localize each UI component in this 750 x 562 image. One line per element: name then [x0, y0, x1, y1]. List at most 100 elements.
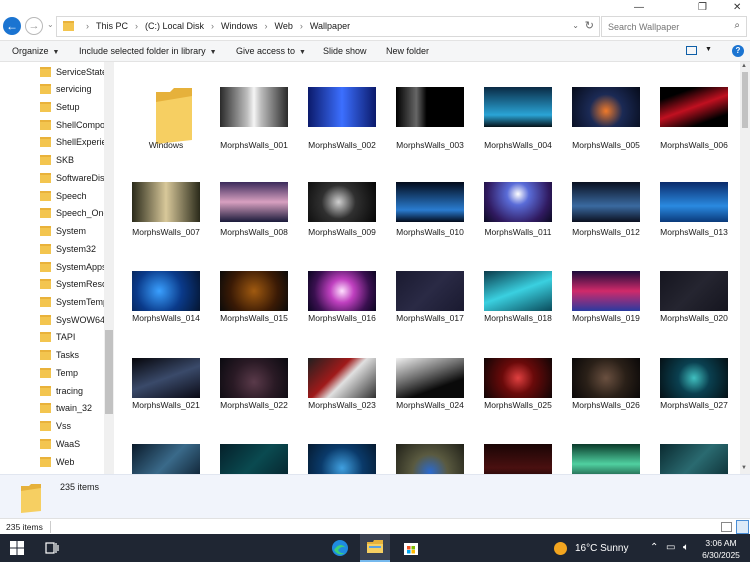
edge-taskbar-button[interactable] — [330, 538, 350, 558]
file-tile[interactable]: MorphsWalls_019 — [566, 245, 646, 325]
file-tile[interactable]: MorphsWalls_002 — [302, 72, 382, 152]
file-tile[interactable]: MorphsWalls_003 — [390, 72, 470, 152]
sidebar-item-system32[interactable]: System32 — [40, 240, 96, 257]
new-folder-button[interactable]: New folder — [386, 46, 429, 56]
back-button[interactable]: ← — [3, 17, 21, 35]
file-tile[interactable]: MorphsWalls_008 — [214, 158, 294, 238]
search-input[interactable] — [602, 17, 722, 36]
weather-widget[interactable]: 16°C Sunny — [575, 543, 628, 554]
large-icons-view-icon[interactable] — [736, 520, 749, 534]
file-tile[interactable]: MorphsWalls_026 — [566, 332, 646, 412]
content-scrollbar-thumb[interactable] — [742, 72, 748, 128]
file-tile[interactable] — [302, 419, 382, 474]
minimize-icon[interactable]: — — [634, 2, 644, 13]
file-tile[interactable]: MorphsWalls_005 — [566, 72, 646, 152]
refresh-icon[interactable]: ↻ — [585, 19, 594, 32]
sidebar-item-temp[interactable]: Temp — [40, 364, 78, 381]
file-tile[interactable]: MorphsWalls_023 — [302, 332, 382, 412]
folder-windows[interactable]: Windows — [126, 72, 206, 152]
crumb-web[interactable]: Web — [275, 21, 293, 31]
file-tile[interactable]: MorphsWalls_024 — [390, 332, 470, 412]
recent-locations-chevron-icon[interactable]: ⌄ — [47, 20, 54, 29]
chevron-right-icon[interactable]: › — [135, 21, 138, 31]
sidebar-item-speech[interactable]: Speech — [40, 187, 87, 204]
weather-sun-icon[interactable] — [554, 542, 567, 555]
crumb-wallpaper[interactable]: Wallpaper — [310, 21, 350, 31]
address-bar[interactable]: › This PC › (C:) Local Disk › Windows › … — [56, 16, 600, 37]
file-tile[interactable]: MorphsWalls_006 — [654, 72, 734, 152]
organize-button[interactable]: Organize ▼ — [12, 46, 59, 56]
sidebar-item-systemtemp[interactable]: SystemTemp — [40, 293, 108, 310]
search-box[interactable]: ⌕ — [601, 16, 747, 37]
sidebar-item-shellcompo[interactable]: ShellCompo — [40, 116, 105, 133]
scroll-up-arrow-icon[interactable]: ▲ — [741, 63, 747, 69]
file-tile[interactable]: MorphsWalls_001 — [214, 72, 294, 152]
sidebar-item-speech-one[interactable]: Speech_One — [40, 204, 109, 221]
sidebar-item-waas[interactable]: WaaS — [40, 435, 80, 452]
sidebar-scrollbar-thumb[interactable] — [105, 330, 113, 414]
file-tile[interactable]: MorphsWalls_010 — [390, 158, 470, 238]
file-tile[interactable]: MorphsWalls_004 — [478, 72, 558, 152]
store-taskbar-button[interactable] — [401, 538, 421, 558]
caret-down-icon[interactable]: ▼ — [705, 46, 712, 53]
task-view-button[interactable] — [42, 538, 62, 558]
network-icon[interactable]: ▭ — [666, 542, 675, 553]
forward-button[interactable]: → — [25, 17, 43, 35]
file-tile[interactable]: MorphsWalls_009 — [302, 158, 382, 238]
file-tile[interactable]: MorphsWalls_007 — [126, 158, 206, 238]
file-tile[interactable] — [654, 419, 734, 474]
show-hidden-icons-chevron-icon[interactable]: ⌃ — [650, 542, 658, 553]
sidebar-item-systemreso[interactable]: SystemReso — [40, 275, 107, 292]
file-tile[interactable] — [390, 419, 470, 474]
file-tile[interactable]: MorphsWalls_018 — [478, 245, 558, 325]
sidebar-item-tracing[interactable]: tracing — [40, 382, 83, 399]
sidebar-item-tapi[interactable]: TAPI — [40, 328, 75, 345]
sidebar-item-systemapps[interactable]: SystemApps — [40, 258, 107, 275]
sidebar-item-softwaredist[interactable]: SoftwareDist — [40, 169, 107, 186]
file-tile[interactable]: MorphsWalls_025 — [478, 332, 558, 412]
clock[interactable]: 3:06 AM 6/30/2025 — [696, 537, 746, 561]
address-dropdown-icon[interactable]: ⌄ — [572, 21, 579, 30]
file-tile[interactable]: MorphsWalls_013 — [654, 158, 734, 238]
crumb-local-disk[interactable]: (C:) Local Disk — [145, 21, 204, 31]
sidebar-item-vss[interactable]: Vss — [40, 417, 71, 434]
sidebar-item-setup[interactable]: Setup — [40, 98, 80, 115]
file-tile[interactable]: MorphsWalls_027 — [654, 332, 734, 412]
details-view-icon[interactable] — [721, 522, 732, 532]
file-tile[interactable]: MorphsWalls_021 — [126, 332, 206, 412]
file-tile[interactable]: MorphsWalls_014 — [126, 245, 206, 325]
help-icon[interactable]: ? — [732, 45, 744, 57]
file-tile[interactable]: MorphsWalls_011 — [478, 158, 558, 238]
scroll-down-arrow-icon[interactable]: ▼ — [741, 465, 747, 471]
include-in-library-button[interactable]: Include selected folder in library ▼ — [79, 46, 217, 56]
file-explorer-taskbar-button[interactable] — [360, 534, 390, 562]
sidebar-item-web[interactable]: Web — [40, 453, 74, 470]
sidebar-item-servicing[interactable]: servicing — [40, 80, 92, 97]
chevron-right-icon[interactable]: › — [265, 21, 268, 31]
volume-muted-icon[interactable]: 🔈︎ — [683, 542, 689, 553]
file-tile[interactable]: MorphsWalls_016 — [302, 245, 382, 325]
file-tile[interactable]: MorphsWalls_017 — [390, 245, 470, 325]
sidebar-item-skb[interactable]: SKB — [40, 151, 74, 168]
sidebar-item-shellexperie[interactable]: ShellExperie — [40, 133, 107, 150]
start-button[interactable] — [7, 538, 27, 558]
sidebar-item-tasks[interactable]: Tasks — [40, 346, 79, 363]
file-tile[interactable] — [214, 419, 294, 474]
file-tile[interactable]: MorphsWalls_022 — [214, 332, 294, 412]
file-tile[interactable] — [566, 419, 646, 474]
crumb-windows[interactable]: Windows — [221, 21, 258, 31]
close-icon[interactable]: ✕ — [733, 2, 741, 13]
chevron-right-icon[interactable]: › — [86, 21, 89, 31]
chevron-right-icon[interactable]: › — [211, 21, 214, 31]
sidebar-item-twain-32[interactable]: twain_32 — [40, 399, 92, 416]
chevron-right-icon[interactable]: › — [300, 21, 303, 31]
file-tile[interactable]: MorphsWalls_020 — [654, 245, 734, 325]
change-view-icon[interactable] — [686, 46, 697, 55]
sidebar-item-servicestate[interactable]: ServiceState — [40, 63, 107, 80]
maximize-icon[interactable]: ❐ — [698, 2, 707, 13]
crumb-this-pc[interactable]: This PC — [96, 21, 128, 31]
file-tile[interactable] — [126, 419, 206, 474]
sidebar-item-syswow64[interactable]: SysWOW64 — [40, 311, 105, 328]
give-access-button[interactable]: Give access to ▼ — [236, 46, 306, 56]
file-tile[interactable] — [478, 419, 558, 474]
